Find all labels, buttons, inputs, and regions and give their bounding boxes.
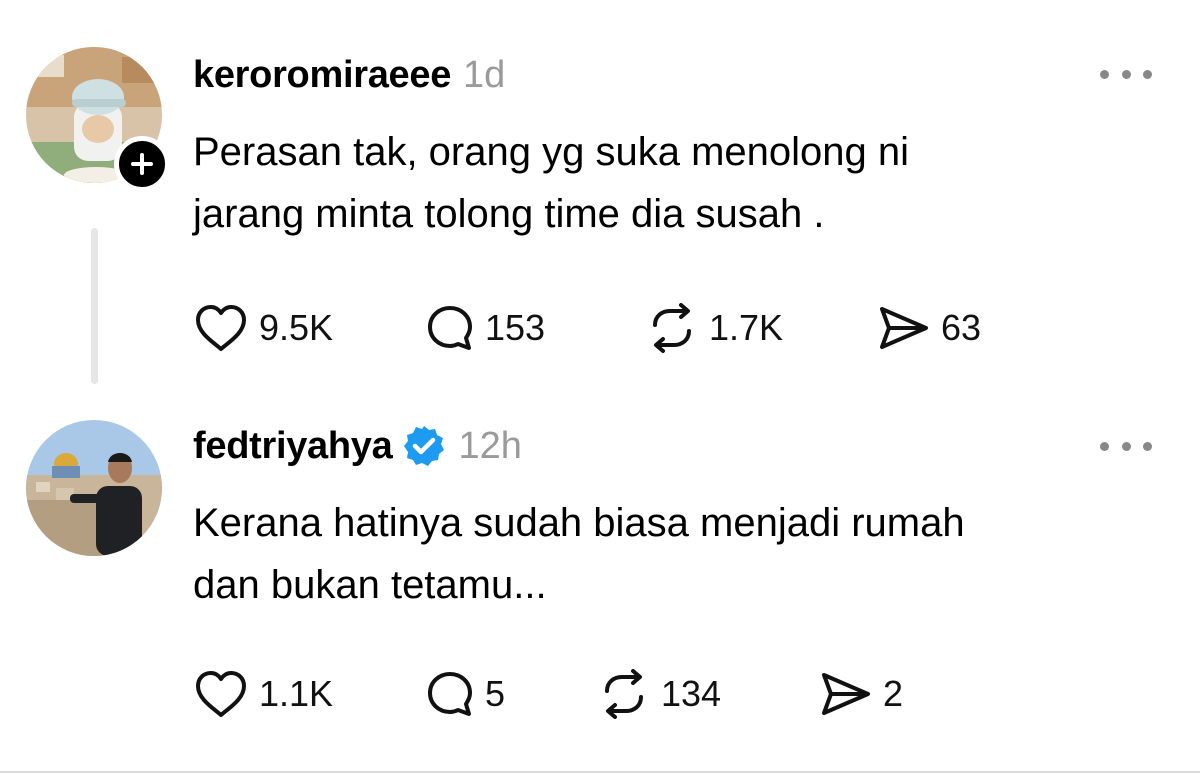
repost-button[interactable]: 1.7K	[645, 302, 783, 354]
plus-icon	[131, 153, 153, 175]
more-icon-dot	[1100, 441, 1109, 451]
more-icon-dot	[1121, 69, 1131, 79]
repost-button[interactable]: 134	[597, 668, 721, 720]
comment-icon	[428, 672, 472, 716]
post-header: keroromiraeee 1d	[193, 50, 505, 100]
post-header: fedtriyahya 12h	[193, 421, 522, 471]
post-text-line: jarang minta tolong time dia susah .	[193, 192, 825, 236]
post-text-line: Perasan tak, orang yg suka menolong ni	[193, 130, 909, 174]
username[interactable]: fedtriyahya	[193, 425, 393, 468]
post-keroromiraeee: keroromiraeee 1d Perasan tak, orang yg s…	[0, 0, 1200, 400]
repost-icon	[605, 669, 643, 719]
more-icon-dot	[1100, 69, 1109, 79]
share-count: 2	[883, 673, 904, 714]
thread-line	[91, 228, 98, 384]
repost-icon	[653, 303, 691, 353]
reply-count: 5	[485, 673, 506, 714]
timestamp: 1d	[463, 53, 506, 96]
like-count: 1.1K	[259, 673, 334, 714]
timestamp: 12h	[458, 424, 522, 467]
heart-icon	[196, 671, 246, 717]
verified-icon	[404, 426, 445, 466]
reply-button[interactable]: 5	[425, 668, 505, 720]
like-button[interactable]: 9.5K	[193, 302, 333, 354]
share-icon	[880, 307, 928, 349]
more-icon-dot	[1143, 69, 1152, 79]
more-options-button[interactable]	[1100, 64, 1152, 84]
more-options-button[interactable]	[1100, 436, 1152, 456]
username[interactable]: keroromiraeee	[193, 54, 451, 97]
share-count: 63	[941, 307, 982, 348]
share-button[interactable]: 2	[819, 668, 903, 720]
repost-count: 1.7K	[709, 307, 784, 348]
follow-button[interactable]	[114, 136, 170, 192]
more-icon-dot	[1143, 441, 1152, 451]
post-text-line: Kerana hatinya sudah biasa menjadi rumah	[193, 501, 965, 545]
post-text: Kerana hatinya sudah biasa menjadi rumah…	[193, 492, 1133, 616]
comment-icon	[428, 306, 472, 350]
post-fedtriyahya: fedtriyahya 12h Kerana hatinya sudah bia…	[0, 400, 1200, 770]
like-button[interactable]: 1.1K	[193, 668, 333, 720]
divider	[0, 771, 1200, 773]
share-button[interactable]: 63	[877, 302, 981, 354]
post-text-line: dan bukan tetamu...	[193, 563, 547, 607]
post-text: Perasan tak, orang yg suka menolong ni j…	[193, 121, 1133, 245]
reply-button[interactable]: 153	[425, 302, 545, 354]
like-count: 9.5K	[259, 307, 334, 348]
share-icon	[822, 673, 870, 715]
heart-icon	[196, 305, 246, 351]
more-icon-dot	[1121, 441, 1131, 451]
repost-count: 134	[661, 673, 722, 714]
avatar-fedtriyahya[interactable]	[26, 420, 162, 556]
reply-count: 153	[485, 307, 546, 348]
